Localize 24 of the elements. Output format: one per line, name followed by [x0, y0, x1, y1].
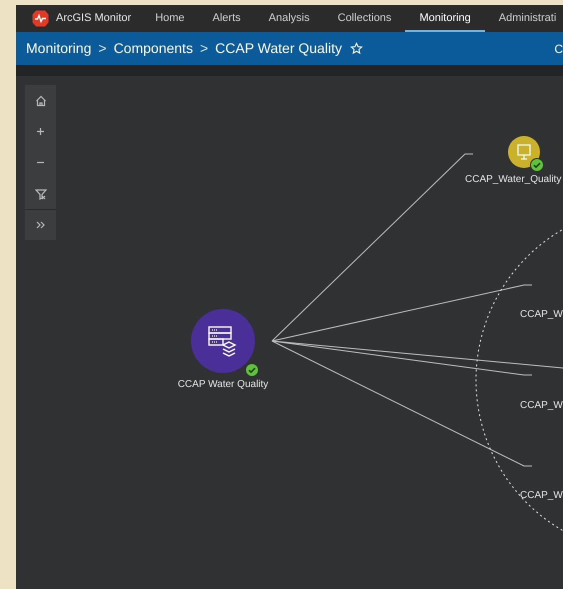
node-label: CCAP_W [520, 400, 563, 412]
nav-tab[interactable]: Administrati [484, 5, 563, 32]
home-icon[interactable] [34, 94, 46, 106]
breadcrumb-item[interactable]: Monitoring [26, 38, 92, 59]
node-label: CCAP_W [520, 490, 563, 502]
node-label: CCAP_W [520, 309, 563, 321]
logo-icon[interactable] [32, 10, 49, 27]
nav-tab[interactable]: Home [141, 5, 199, 32]
breadcrumb-item: CCAP Water Quality [215, 39, 342, 58]
nav-tab[interactable]: Alerts [198, 5, 255, 32]
breadcrumb-separator: > [98, 39, 107, 58]
breadcrumb-item[interactable]: Components [114, 38, 193, 59]
expand-icon[interactable] [36, 221, 46, 229]
nav-tab[interactable]: Analysis [254, 5, 324, 32]
app-title: ArcGIS Monitor [56, 11, 132, 26]
zoom-in-icon[interactable] [36, 127, 45, 136]
node-label: CCAP_Water_Quality [465, 174, 562, 186]
monitor-icon [515, 143, 533, 161]
filter-icon[interactable] [34, 188, 46, 200]
node-label: CCAP Water Quality [178, 378, 268, 392]
star-icon[interactable] [350, 42, 363, 55]
breadcrumb-separator: > [200, 39, 208, 58]
header-action[interactable]: C [554, 40, 563, 58]
nav-tab[interactable]: Collections [324, 5, 406, 32]
